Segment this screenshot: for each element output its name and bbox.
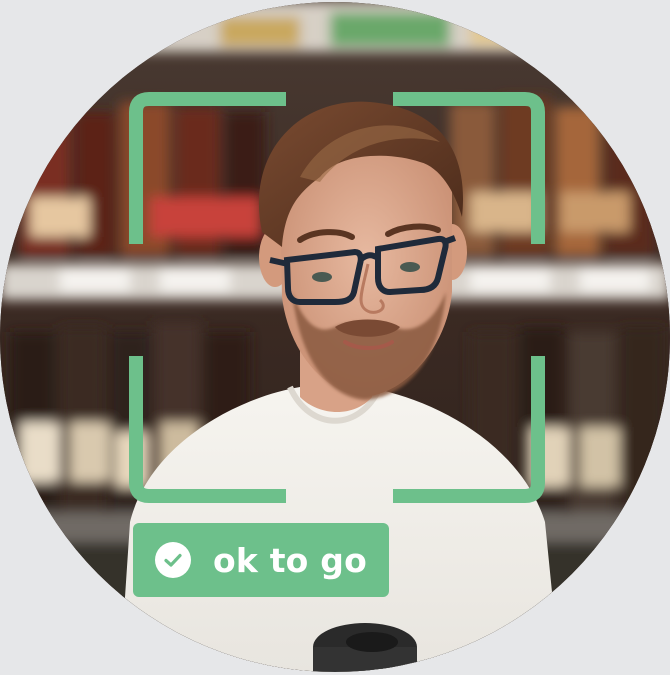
check-circle-icon [155, 542, 191, 578]
status-badge: ok to go [133, 523, 389, 597]
status-label: ok to go [213, 540, 367, 580]
camera-view: ok to go [0, 2, 670, 672]
